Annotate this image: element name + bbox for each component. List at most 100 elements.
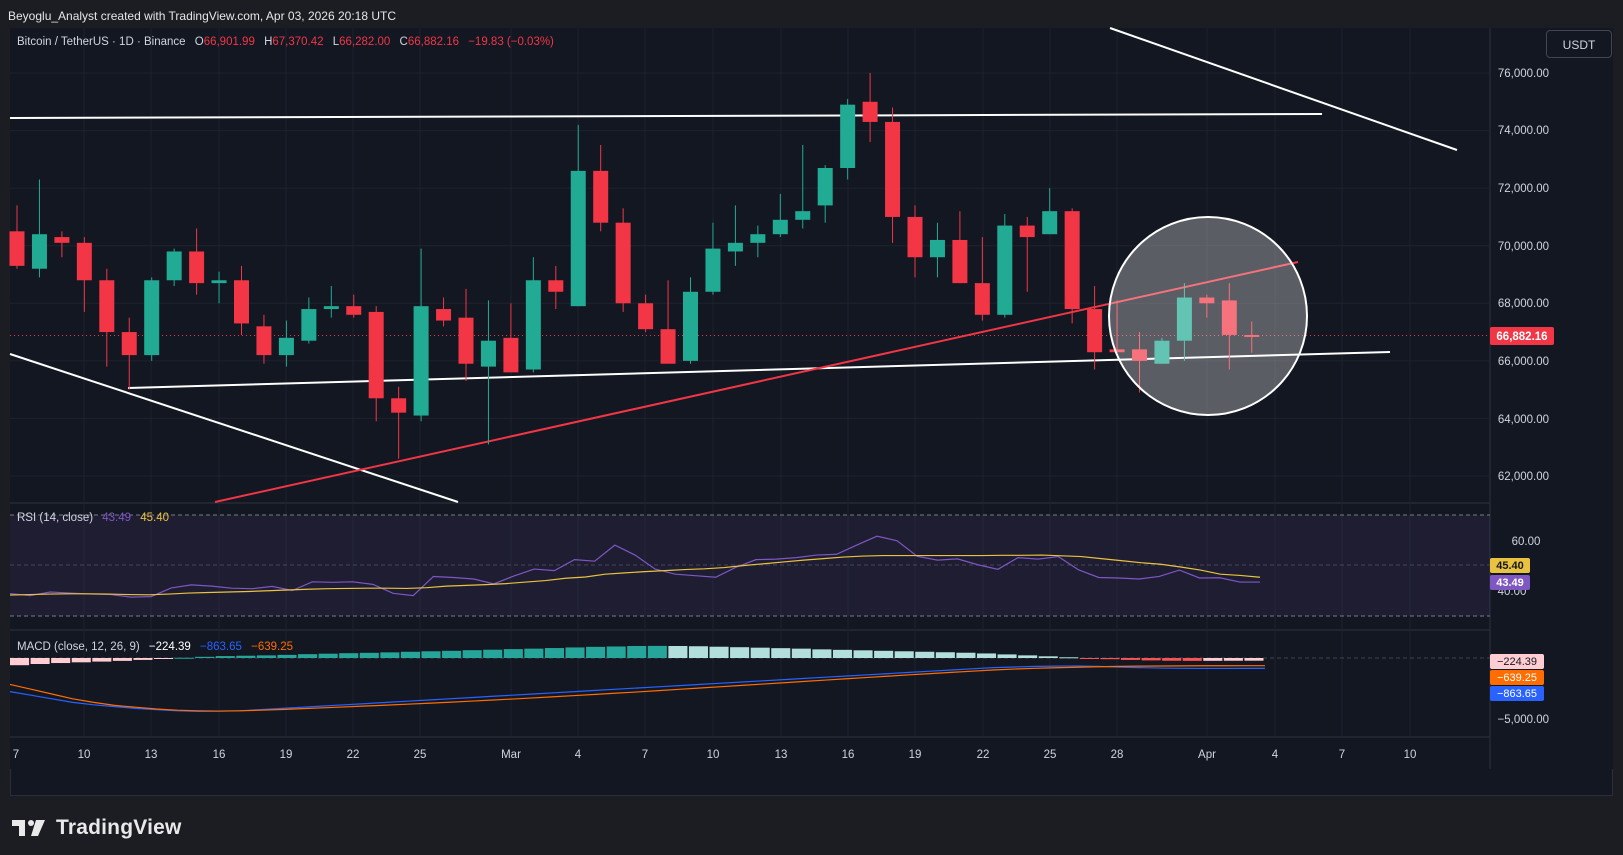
macd-histogram-bar <box>956 652 976 658</box>
macd-hist-badge: −224.39 <box>1490 654 1544 669</box>
macd-histogram-bar <box>174 657 194 659</box>
candle-body <box>1019 225 1035 238</box>
current-price-badge: 66,882.16 <box>1490 327 1554 345</box>
macd-histogram-bar <box>812 649 832 658</box>
price-tick: 66,000.00 <box>1498 356 1549 368</box>
macd-histogram-bar <box>647 645 667 658</box>
time-tick: 28 <box>1111 749 1124 761</box>
macd-histogram-bar <box>627 646 647 658</box>
rsi-tick: 60.00 <box>1512 536 1541 548</box>
candle-body <box>727 242 743 252</box>
candle-body <box>76 242 92 281</box>
svg-text:−224.39: −224.39 <box>1497 656 1537 668</box>
chart-canvas[interactable]: 76,000.00 74,000.00 72,000.00 70,000.00 … <box>0 0 1623 855</box>
candle-body <box>458 317 474 364</box>
rsi-ma-badge: 45.40 <box>1490 558 1530 573</box>
candle-body <box>638 303 654 330</box>
macd-histogram-bar <box>586 646 606 658</box>
macd-histogram-bar <box>1059 657 1079 659</box>
macd-histogram-bar <box>298 654 318 658</box>
macd-signal-badge: −639.25 <box>1490 670 1544 685</box>
svg-text:−639.25: −639.25 <box>1497 672 1537 684</box>
candle-body <box>862 101 878 122</box>
macd-histogram-bar <box>1100 658 1120 660</box>
time-tick: 4 <box>1272 749 1279 761</box>
macd-histogram-bar <box>544 648 564 658</box>
price-tick: 68,000.00 <box>1498 298 1549 310</box>
tradingview-logo: TradingView <box>12 815 182 841</box>
candle-body <box>615 222 631 304</box>
time-tick: 10 <box>707 749 720 761</box>
macd-histogram-bar <box>730 647 750 658</box>
macd-histogram-bar <box>256 655 276 658</box>
candle-body <box>772 219 788 235</box>
highlight-circle[interactable] <box>1108 216 1308 416</box>
candle-body <box>660 329 676 364</box>
macd-histogram-bar <box>133 658 153 660</box>
macd-histogram-bar <box>606 646 626 658</box>
macd-histogram-bar <box>688 646 709 658</box>
time-tick: 7 <box>1339 749 1345 761</box>
macd-histogram-bar <box>1244 658 1264 661</box>
macd-histogram-bar <box>1018 655 1038 658</box>
macd-histogram-bar <box>10 658 30 666</box>
macd-histogram-bar <box>1120 658 1141 660</box>
candle-body <box>278 337 294 356</box>
time-axis-labels: 7 10 13 16 19 22 25 Mar 4 7 10 13 16 19 … <box>13 749 1417 761</box>
macd-histogram-bar <box>1079 658 1099 659</box>
time-tick: Mar <box>501 749 521 761</box>
candle-body <box>570 170 586 307</box>
candle-body <box>593 170 609 223</box>
candle-body <box>840 104 856 168</box>
macd-histogram-bar <box>709 646 729 658</box>
time-tick: 25 <box>414 749 427 761</box>
time-tick: 16 <box>842 749 855 761</box>
tradingview-logo-icon <box>12 820 45 836</box>
macd-histogram-bar <box>380 652 400 658</box>
macd-legend[interactable]: MACD (close, 12, 26, 9) −224.39 −863.65 … <box>17 641 293 653</box>
macd-histogram-bar <box>154 658 174 659</box>
candle-body <box>346 306 362 315</box>
macd-histogram-bar <box>71 658 91 663</box>
macd-histogram-bar <box>51 658 71 664</box>
candle-body <box>121 332 137 356</box>
macd-histogram-bar <box>318 653 338 658</box>
candle-body <box>480 340 496 367</box>
tradingview-brand: TradingView <box>56 816 182 839</box>
candle-body <box>256 326 272 356</box>
time-tick: 4 <box>575 749 582 761</box>
time-tick: 10 <box>1404 749 1417 761</box>
macd-histogram-bar <box>1182 658 1202 661</box>
candle-body <box>166 251 182 281</box>
macd-histogram-bar <box>894 651 914 658</box>
candle-body <box>436 309 452 321</box>
macd-histogram-bar <box>30 658 50 664</box>
currency-selector[interactable]: USDT <box>1546 30 1612 58</box>
symbol-legend[interactable]: Bitcoin / TetherUS · 1D · Binance O66,90… <box>17 36 554 48</box>
macd-histogram-bar <box>915 651 935 658</box>
macd-histogram-bar <box>215 656 235 658</box>
time-tick: 13 <box>775 749 788 761</box>
svg-text:43.49: 43.49 <box>1496 577 1524 589</box>
time-axis-pane[interactable] <box>10 737 1490 769</box>
candle-body <box>234 280 249 324</box>
rsi-value-badge: 43.49 <box>1490 575 1530 590</box>
macd-histogram-bar <box>1141 658 1161 661</box>
time-tick: Apr <box>1198 749 1216 761</box>
macd-histogram-bar <box>421 651 441 658</box>
macd-histogram-bar <box>750 647 770 658</box>
macd-histogram-bar <box>339 653 359 658</box>
current-price-label: 66,882.16 <box>1496 331 1547 343</box>
time-tick: 25 <box>1044 749 1057 761</box>
rsi-legend[interactable]: RSI (14, close) 43.49 45.40 <box>17 512 169 524</box>
macd-histogram-bar <box>791 648 811 658</box>
candle-body <box>301 309 317 341</box>
candle-body <box>750 234 766 243</box>
time-tick: 19 <box>909 749 922 761</box>
time-tick: 13 <box>145 749 158 761</box>
macd-histogram-bar <box>853 650 873 658</box>
candle-body <box>548 280 564 292</box>
macd-histogram-bar <box>359 652 379 658</box>
macd-histogram-bar <box>1162 658 1182 661</box>
macd-histogram-bar <box>442 650 462 658</box>
